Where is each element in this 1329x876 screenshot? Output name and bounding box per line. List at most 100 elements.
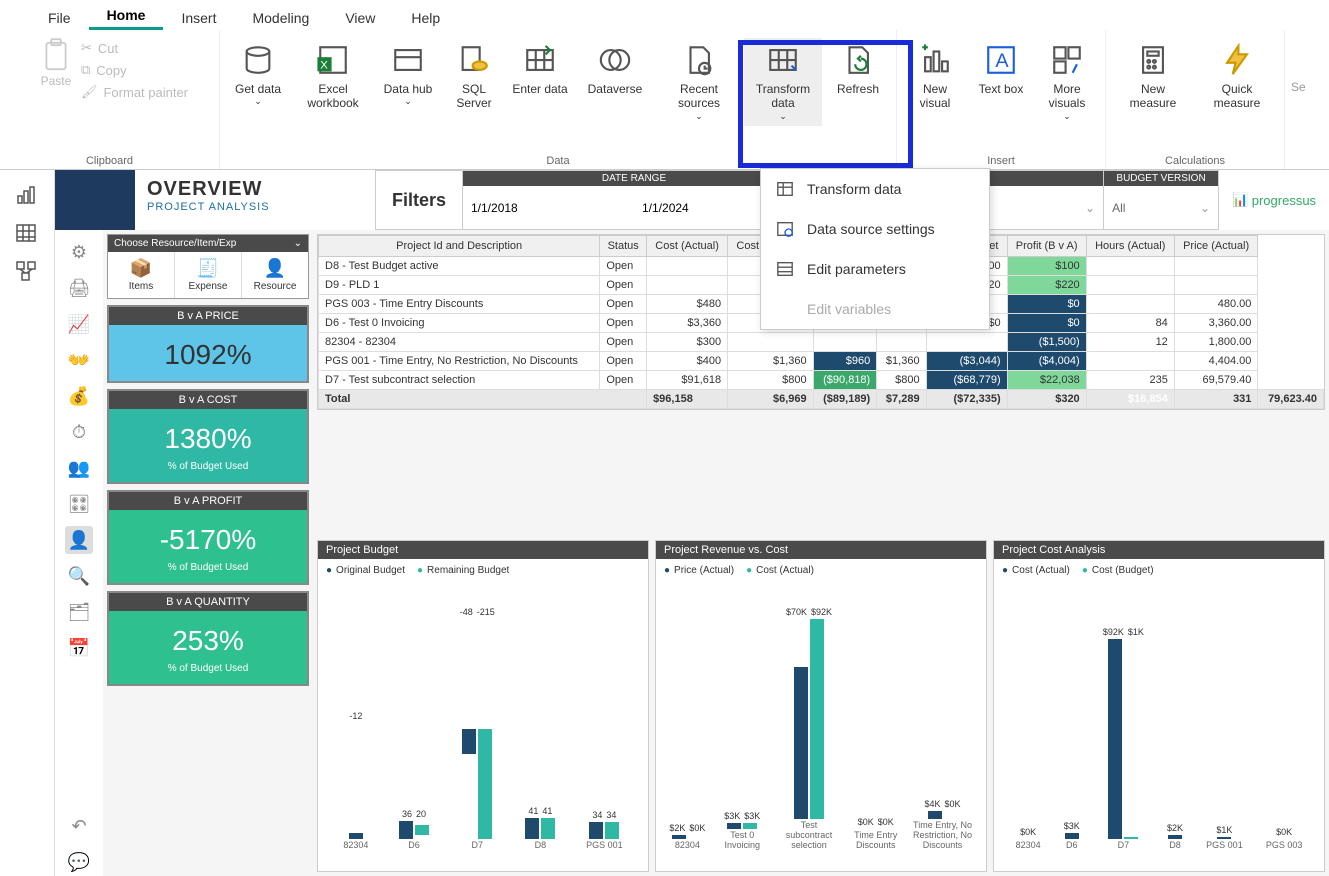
data-view-icon[interactable] <box>15 222 39 246</box>
chart3-legend1: Cost (Actual) <box>1002 565 1070 576</box>
truncated-group: Se <box>1285 30 1312 169</box>
chart2-legend1: Price (Actual) <box>664 565 734 576</box>
comment-icon[interactable]: 💬 <box>65 848 93 876</box>
dataverse-button[interactable]: Dataverse <box>576 38 654 100</box>
filters-label: Filters <box>375 170 463 230</box>
dropdown-transform-data[interactable]: Transform data <box>761 169 989 209</box>
budget-dropdown[interactable]: All <box>1104 201 1218 215</box>
paste-button[interactable]: Paste <box>31 38 81 88</box>
filter-budget: BUDGET VERSION All <box>1104 170 1219 230</box>
tab-modeling[interactable]: Modeling <box>234 4 327 30</box>
nav-icon-8[interactable]: 🎛 <box>65 490 93 518</box>
kpi-quantity[interactable]: B v A QUANTITY 253%% of Budget Used <box>107 591 309 686</box>
dropdown-edit-variables: Edit variables <box>761 289 989 329</box>
refresh-button[interactable]: Refresh <box>828 38 888 100</box>
resource-resource[interactable]: 👤Resource <box>242 252 308 298</box>
nav-icon-9[interactable]: 👤 <box>65 526 93 554</box>
tab-home[interactable]: Home <box>89 1 164 30</box>
nav-icon-1[interactable]: ⚙ <box>65 238 93 266</box>
kpi-price[interactable]: B v A PRICE 1092% <box>107 305 309 383</box>
nav-icon-12[interactable]: 📅 <box>65 634 93 662</box>
chart2-title: Project Revenue vs. Cost <box>656 541 986 559</box>
chart1-title: Project Budget <box>318 541 648 559</box>
report-canvas: OVERVIEW PROJECT ANALYSIS Filters DATE R… <box>55 170 1329 876</box>
report-view-icon[interactable] <box>15 184 39 208</box>
view-rail <box>0 170 55 876</box>
ribbon-tabs: File Home Insert Modeling View Help <box>0 0 1329 30</box>
params-icon <box>775 259 795 279</box>
page-nav-column: ⚙ 🖨 📈 👐 💰 ⏱ 👥 🎛 👤 🔍 🗂 📅 ↶ 💬 <box>55 230 103 876</box>
chart-cost-analysis[interactable]: Project Cost Analysis Cost (Actual)Cost … <box>993 540 1325 872</box>
group-insert: New visual AText box More visuals⌄ Inser… <box>897 30 1106 169</box>
nav-icon-10[interactable]: 🔍 <box>65 562 93 590</box>
brush-icon: 🖌 <box>81 84 98 100</box>
paste-label: Paste <box>41 74 72 88</box>
kpi-qty-head: B v A QUANTITY <box>109 593 307 611</box>
filter-date-range: DATE RANGE <box>463 170 806 230</box>
kpi-cost-sub: % of Budget Used <box>109 455 307 472</box>
dropdown-data-source-settings[interactable]: Data source settings <box>761 209 989 249</box>
chevron-down-icon[interactable]: ⌄ <box>294 238 302 249</box>
dark-corner <box>55 170 135 230</box>
tab-file[interactable]: File <box>30 4 89 30</box>
copy-button[interactable]: ⧉Copy <box>81 62 188 78</box>
person-icon: 👤 <box>244 258 306 279</box>
group-data: Get data⌄ XExcel workbook Data hub⌄ SQL … <box>220 30 897 169</box>
nav-icon-6[interactable]: ⏱ <box>65 418 93 446</box>
clipboard-group-label: Clipboard <box>86 153 133 167</box>
excel-workbook-button[interactable]: XExcel workbook <box>294 38 372 115</box>
nav-icon-3[interactable]: 📈 <box>65 310 93 338</box>
charts-row: Project Budget Original BudgetRemaining … <box>317 540 1325 872</box>
kpi-profit-sub: % of Budget Used <box>109 556 307 573</box>
date-from-input[interactable] <box>463 186 634 229</box>
overview-header: OVERVIEW PROJECT ANALYSIS <box>135 170 375 230</box>
chart-project-budget[interactable]: Project Budget Original BudgetRemaining … <box>317 540 649 872</box>
chart3-legend2: Cost (Budget) <box>1082 565 1154 576</box>
quick-measure-button[interactable]: Quick measure <box>1198 38 1276 115</box>
text-box-button[interactable]: AText box <box>971 38 1031 100</box>
ribbon-body: Paste ✂Cut ⧉Copy 🖌Format painter Clipboa… <box>0 30 1329 170</box>
nav-icon-11[interactable]: 🗂 <box>65 598 93 626</box>
transform-data-button[interactable]: Transform data⌄ <box>744 38 822 126</box>
enter-data-button[interactable]: Enter data <box>510 38 570 100</box>
resource-selector: Choose Resource/Item/Exp ⌄ 📦Items 🧾Expens… <box>107 234 309 299</box>
more-visuals-button[interactable]: More visuals⌄ <box>1037 38 1097 126</box>
resource-head-label: Choose Resource/Item/Exp <box>114 238 236 249</box>
kpi-qty-val: 253% <box>109 625 307 657</box>
resource-expense[interactable]: 🧾Expense <box>175 252 242 298</box>
cut-button[interactable]: ✂Cut <box>81 40 188 56</box>
receipt-icon: 🧾 <box>177 258 239 279</box>
kpi-cost-head: B v A COST <box>109 391 307 409</box>
filter-date-label: DATE RANGE <box>463 171 805 186</box>
kpi-profit[interactable]: B v A PROFIT -5170%% of Budget Used <box>107 490 309 585</box>
nav-icon-7[interactable]: 👥 <box>65 454 93 482</box>
svg-text:A: A <box>995 50 1009 72</box>
nav-icon-4[interactable]: 👐 <box>65 346 93 374</box>
get-data-button[interactable]: Get data⌄ <box>228 38 288 111</box>
undo-icon[interactable]: ↶ <box>65 812 93 840</box>
recent-sources-button[interactable]: Recent sources⌄ <box>660 38 738 126</box>
dropdown-edit-parameters[interactable]: Edit parameters <box>761 249 989 289</box>
model-view-icon[interactable] <box>15 260 39 284</box>
brand-logo: 📊 progressus <box>1219 170 1329 230</box>
chart-revenue-cost[interactable]: Project Revenue vs. Cost Price (Actual) C… <box>655 540 987 872</box>
data-hub-button[interactable]: Data hub⌄ <box>378 38 438 111</box>
kpi-qty-sub: % of Budget Used <box>109 657 307 674</box>
new-visual-button[interactable]: New visual <box>905 38 965 115</box>
chart2-legend2: Cost (Actual) <box>746 565 814 576</box>
nav-icon-5[interactable]: 💰 <box>65 382 93 410</box>
format-painter-button[interactable]: 🖌Format painter <box>81 84 188 100</box>
nav-icon-2[interactable]: 🖨 <box>65 274 93 302</box>
tab-view[interactable]: View <box>327 4 393 30</box>
new-measure-button[interactable]: New measure <box>1114 38 1192 115</box>
tab-help[interactable]: Help <box>393 4 458 30</box>
page-subtitle: PROJECT ANALYSIS <box>147 201 363 213</box>
chart1-legend2: Remaining Budget <box>417 565 509 576</box>
sql-server-button[interactable]: SQL Server <box>444 38 504 115</box>
kpi-column: Choose Resource/Item/Exp ⌄ 📦Items 🧾Expens… <box>103 230 313 876</box>
data-group-label: Data <box>546 153 569 167</box>
tab-insert[interactable]: Insert <box>163 4 234 30</box>
kpi-cost[interactable]: B v A COST 1380%% of Budget Used <box>107 389 309 484</box>
box-icon: 📦 <box>110 258 172 279</box>
resource-items[interactable]: 📦Items <box>108 252 175 298</box>
